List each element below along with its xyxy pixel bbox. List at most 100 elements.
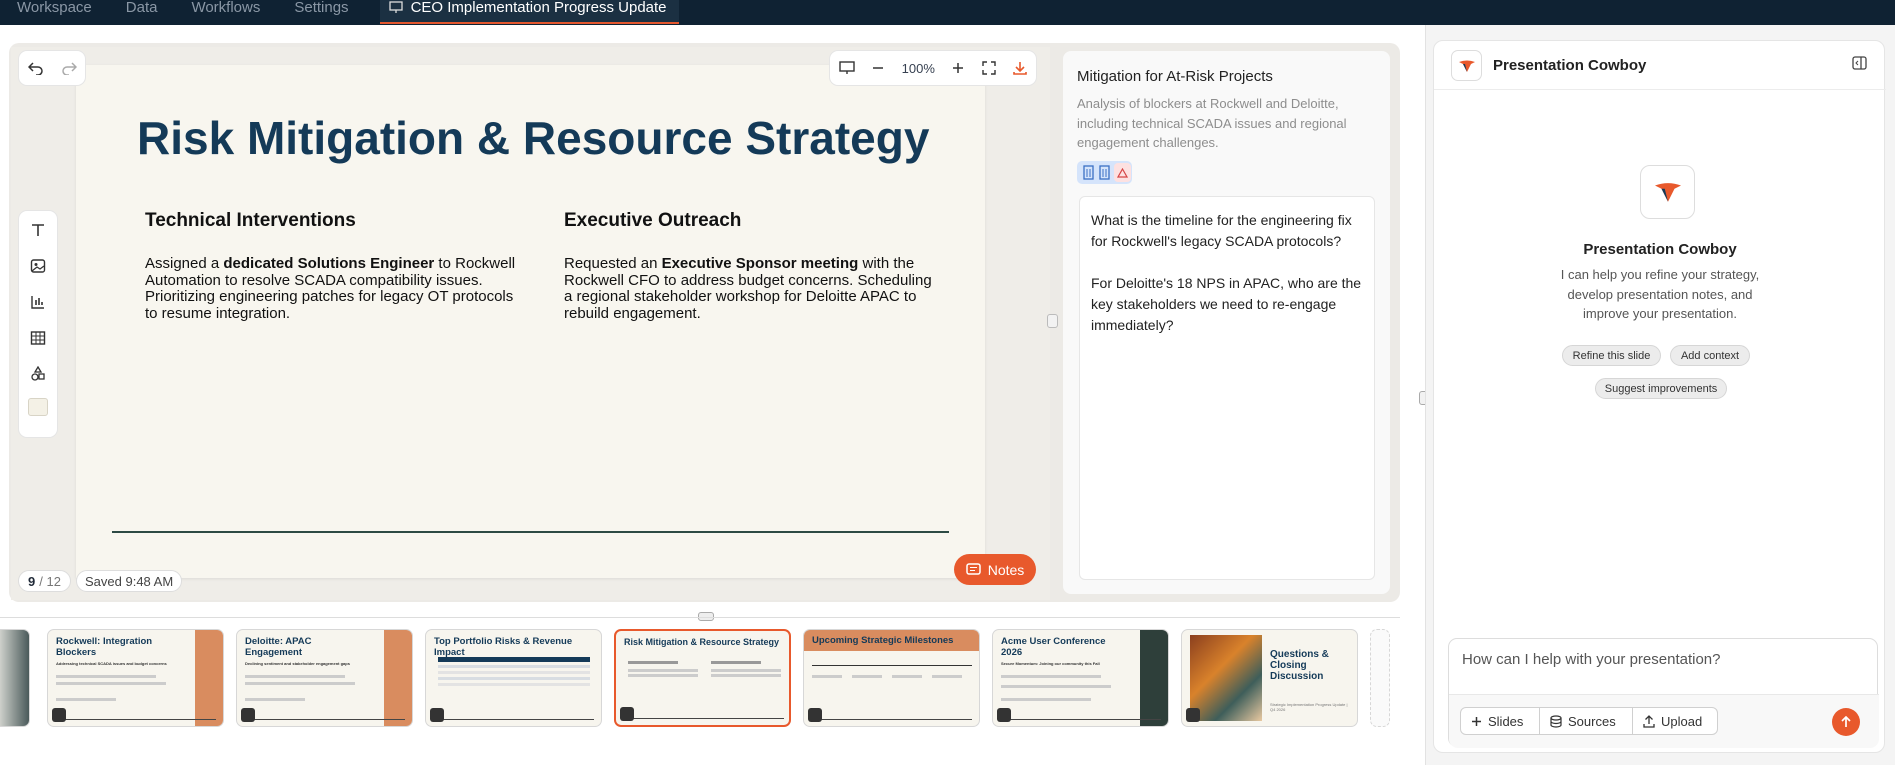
thumbnail-subtitle: Secure Momentum: Joining our community t… [1001,661,1100,666]
upload-button-label: Upload [1661,713,1703,729]
slides-button-label: Slides [1488,713,1524,729]
assistant-panel: Presentation Cowboy Presentation Cowboy … [1425,25,1895,765]
chart-tool-icon[interactable] [27,290,49,314]
assistant-title: Presentation Cowboy [1583,241,1737,258]
notes-indicator-icon [430,708,444,722]
table-tool-icon[interactable] [27,326,49,350]
background-color-swatch[interactable] [28,398,48,416]
sources-button[interactable]: Sources [1539,707,1633,735]
slide-thumbnail[interactable]: Top Portfolio Risks & Revenue Impact [425,629,602,727]
building-icon [1083,165,1094,180]
slide-thumbnail[interactable]: Deloitte: APAC Engagement Declining sent… [236,629,413,727]
building-icon [1099,165,1110,180]
thumbnail-title: Acme User Conference 2026 [1001,636,1106,658]
chat-input[interactable]: How can I help with your presentation? [1462,651,1720,668]
notes-indicator-icon [808,708,822,722]
zoom-in-icon[interactable] [952,62,964,74]
notes-indicator-icon [997,708,1011,722]
thumbnail-title: Top Portfolio Risks & Revenue Impact [434,636,573,658]
thumbnail-title: Deloitte: APAC Engagement [245,636,312,658]
right-column-body[interactable]: Requested an Executive Sponsor meeting w… [564,255,934,322]
zoom-level: 100% [901,60,935,76]
notes-panel-title: Mitigation for At-Risk Projects [1077,68,1273,85]
present-icon[interactable] [839,61,855,75]
assistant-avatar [1640,165,1695,219]
collapse-panel-icon[interactable] [1852,56,1867,70]
zoom-out-icon[interactable] [872,62,884,74]
slide-thumbnail[interactable]: Acme User Conference 2026 Secure Momentu… [992,629,1169,727]
redo-icon[interactable] [61,61,77,75]
right-column-heading[interactable]: Executive Outreach [564,210,741,232]
thumbnail-title: Questions & Closing Discussion [1270,649,1329,682]
presentation-icon [388,1,403,13]
view-controls: 100% [829,50,1037,86]
chip-add-context[interactable]: Add context [1670,345,1750,366]
thumbnail-subtitle: Strategic Implementation Progress Update… [1270,702,1348,712]
slide-title[interactable]: Risk Mitigation & Resource Strategy [137,111,929,165]
nav-tab-presentation-label: CEO Implementation Progress Update [410,0,667,16]
chat-composer: How can I help with your presentation? S… [1448,638,1879,748]
undo-icon[interactable] [27,61,44,75]
download-icon[interactable] [1013,61,1028,75]
notes-textarea[interactable]: What is the timeline for the engineering… [1079,196,1375,580]
insert-toolbar [18,210,58,438]
fullscreen-icon[interactable] [982,61,996,75]
notes-panel-description: Analysis of blockers at Rockwell and Del… [1077,96,1347,150]
assistant-intro: I can help you refine your strategy, dev… [1560,267,1760,321]
speaker-notes-panel: Mitigation for At-Risk Projects Analysis… [1063,51,1390,594]
source-badges[interactable] [1077,161,1132,184]
notes-indicator-icon [241,708,255,722]
composer-toolbar: Slides Sources Upload [1449,694,1879,748]
panel-resize-handle[interactable] [1047,314,1058,328]
thumbnail-title: Rockwell: Integration Blockers [56,636,153,658]
chip-suggest-improvements[interactable]: Suggest improvements [1595,378,1727,399]
thumbnail-title: Upcoming Strategic Milestones [812,635,954,646]
slide-thumbnail-selected[interactable]: Risk Mitigation & Resource Strategy [614,629,791,727]
left-column-heading[interactable]: Technical Interventions [145,210,356,232]
plus-icon [1472,716,1481,726]
notes-indicator-icon [1186,708,1200,722]
slide-thumbnail[interactable]: Upcoming Strategic Milestones [803,629,980,727]
send-button[interactable] [1832,708,1860,736]
assistant-name: Presentation Cowboy [1493,57,1647,74]
history-controls [18,50,86,86]
assistant-logo [1451,50,1482,81]
nav-tab-workspace[interactable]: Workspace [0,0,109,25]
sources-button-label: Sources [1568,713,1616,729]
text-tool-icon[interactable] [27,218,49,242]
cowboy-logo-icon [1458,60,1475,72]
slide-thumbnail[interactable]: Questions & Closing Discussion Strategic… [1181,629,1358,727]
page-current: 9 [28,573,36,589]
slide-canvas[interactable]: Risk Mitigation & Resource Strategy Tech… [76,65,985,578]
add-slide-placeholder[interactable] [1370,629,1390,727]
nav-tab-data[interactable]: Data [109,0,175,25]
upload-icon [1643,714,1655,728]
notes-button[interactable]: Notes [954,554,1036,585]
thumbnail-title: Risk Mitigation & Resource Strategy [624,637,780,647]
upload-button[interactable]: Upload [1632,707,1718,735]
chip-refine-slide[interactable]: Refine this slide [1562,345,1661,366]
slide-divider [112,531,949,533]
nav-tab-presentation[interactable]: CEO Implementation Progress Update [379,0,679,24]
notes-button-label: Notes [987,561,1025,578]
nav-tab-settings[interactable]: Settings [277,0,365,25]
save-status: Saved 9:48 AM [76,570,183,592]
thumbnail-subtitle: Declining sentiment and stakeholder enga… [245,661,350,666]
left-column-body[interactable]: Assigned a dedicated Solutions Engineer … [145,255,525,322]
assistant-header: Presentation Cowboy [1434,41,1886,90]
notes-indicator-icon [620,707,634,721]
slide-thumbnail[interactable]: Rockwell: Integration Blockers Addressin… [47,629,224,727]
image-tool-icon[interactable] [27,254,49,278]
database-icon [1550,714,1562,728]
warning-icon [1114,163,1131,182]
slides-button[interactable]: Slides [1460,707,1540,735]
page-total: / 12 [39,573,61,589]
notes-icon [965,562,981,575]
nav-tab-workflows[interactable]: Workflows [174,0,277,25]
top-nav: Workspace Data Workflows Settings CEO Im… [0,0,1895,25]
cowboy-logo-icon [1654,183,1681,202]
slide-thumbnail-partial[interactable] [0,629,30,727]
page-indicator[interactable]: 9 / 12 [18,570,71,592]
shapes-tool-icon[interactable] [27,362,49,386]
strip-divider [0,617,1400,618]
